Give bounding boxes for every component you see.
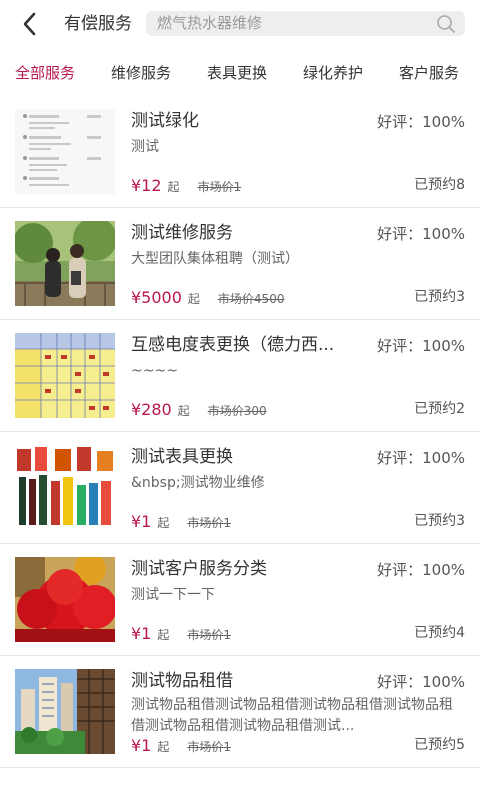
- booked-count: 已预约5: [414, 737, 465, 753]
- item-title: 测试绿化: [131, 111, 199, 131]
- price-row: ¥1 起 市场价1: [131, 735, 231, 757]
- list-item[interactable]: 测试绿化 好评：100% 测试 ¥12 起 市场价1 已预约8: [0, 96, 480, 208]
- item-description: 大型团队集体租聘（测试）: [131, 251, 299, 267]
- item-price: ¥1: [131, 624, 152, 643]
- item-rating: 好评：100%: [377, 449, 465, 467]
- list-item[interactable]: 测试表具更换 好评：100% &nbsp;测试物业维修 ¥1 起 市场价1 已预约3: [0, 432, 480, 544]
- item-description: ~~~~: [131, 363, 178, 379]
- back-arrow-icon[interactable]: [16, 10, 44, 38]
- price-unit: 起: [177, 404, 190, 418]
- list-item[interactable]: 测试客户服务分类 好评：100% 测试一下一下 ¥1 起 市场价1 已预约4: [0, 544, 480, 656]
- item-price: ¥1: [131, 512, 152, 531]
- category-tabs: 全部服务 维修服务 表具更换 绿化养护 客户服务: [0, 58, 480, 90]
- booked-count: 已预约8: [414, 177, 465, 193]
- price-row: ¥280 起 市场价300: [131, 399, 267, 421]
- market-price: 市场价1: [187, 740, 232, 754]
- item-title: 互感电度表更换（德力西...: [131, 335, 335, 355]
- red-tree-photo: [15, 557, 115, 642]
- market-price: 市场价1: [187, 516, 232, 530]
- price-row: ¥12 起 市场价1: [131, 175, 241, 197]
- price-unit: 起: [157, 628, 170, 642]
- buildings-photo: [15, 669, 115, 754]
- item-rating: 好评：100%: [377, 113, 465, 131]
- item-description: &nbsp;测试物业维修: [131, 475, 265, 491]
- item-description: 测试物品租借测试物品租借测试物品租借测试物品租借测试物品租借测试物品租借测试..…: [131, 697, 453, 734]
- price-unit: 起: [167, 180, 180, 194]
- price-row: ¥5000 起 市场价4500: [131, 287, 284, 309]
- item-rating: 好评：100%: [377, 561, 465, 579]
- price-unit: 起: [187, 292, 200, 306]
- booked-count: 已预约2: [414, 401, 465, 417]
- list-item[interactable]: 测试物品租借 好评：100% 测试物品租借测试物品租借测试物品租借测试物品租借测…: [0, 656, 480, 768]
- market-price: 市场价300: [207, 404, 267, 418]
- item-price: ¥12: [131, 176, 162, 195]
- search-icon[interactable]: [436, 14, 456, 34]
- market-price: 市场价1: [187, 628, 232, 642]
- market-price: 市场价4500: [217, 292, 285, 306]
- item-price: ¥1: [131, 736, 152, 755]
- tab-repair-services[interactable]: 维修服务: [111, 62, 171, 84]
- tab-meter-replacement[interactable]: 表具更换: [207, 62, 267, 84]
- item-rating: 好评：100%: [377, 337, 465, 355]
- item-title: 测试表具更换: [131, 447, 233, 467]
- search-input[interactable]: 燃气热水器维修: [146, 11, 465, 36]
- item-price: ¥5000: [131, 288, 182, 307]
- item-title: 测试维修服务: [131, 223, 233, 243]
- price-row: ¥1 起 市场价1: [131, 623, 231, 645]
- price-unit: 起: [157, 516, 170, 530]
- item-rating: 好评：100%: [377, 673, 465, 691]
- top-bar: 有偿服务 燃气热水器维修: [0, 0, 480, 48]
- item-description: 测试一下一下: [131, 587, 215, 603]
- tab-customer-service[interactable]: 客户服务: [399, 62, 459, 84]
- document-screenshot-thumbnail: [15, 109, 115, 194]
- price-row: ¥1 起 市场价1: [131, 511, 231, 533]
- item-title: 测试客户服务分类: [131, 559, 267, 579]
- booked-count: 已预约4: [414, 625, 465, 641]
- item-price: ¥280: [131, 400, 172, 419]
- list-item[interactable]: 互感电度表更换（德力西... 好评：100% ~~~~ ¥280 起市场价300 …: [0, 320, 480, 432]
- bottles-photo: [15, 445, 115, 530]
- booked-count: 已预约3: [414, 289, 465, 305]
- item-rating: 好评：100%: [377, 225, 465, 243]
- booked-count: 已预约3: [414, 513, 465, 529]
- people-outdoor-photo: [15, 221, 115, 306]
- item-title: 测试物品租借: [131, 671, 233, 691]
- search-placeholder: 燃气热水器维修: [157, 14, 263, 32]
- table-chart-thumbnail: [15, 333, 115, 418]
- market-price: 市场价1: [197, 180, 242, 194]
- tab-all-services[interactable]: 全部服务: [15, 62, 75, 84]
- tab-greening-maintenance[interactable]: 绿化养护: [303, 62, 363, 84]
- item-description: 测试: [131, 139, 159, 155]
- list-item[interactable]: 测试维修服务 好评：100% 大型团队集体租聘（测试） ¥5000 起 市场价450…: [0, 208, 480, 320]
- price-unit: 起: [157, 740, 170, 754]
- page-title: 有偿服务: [64, 14, 132, 34]
